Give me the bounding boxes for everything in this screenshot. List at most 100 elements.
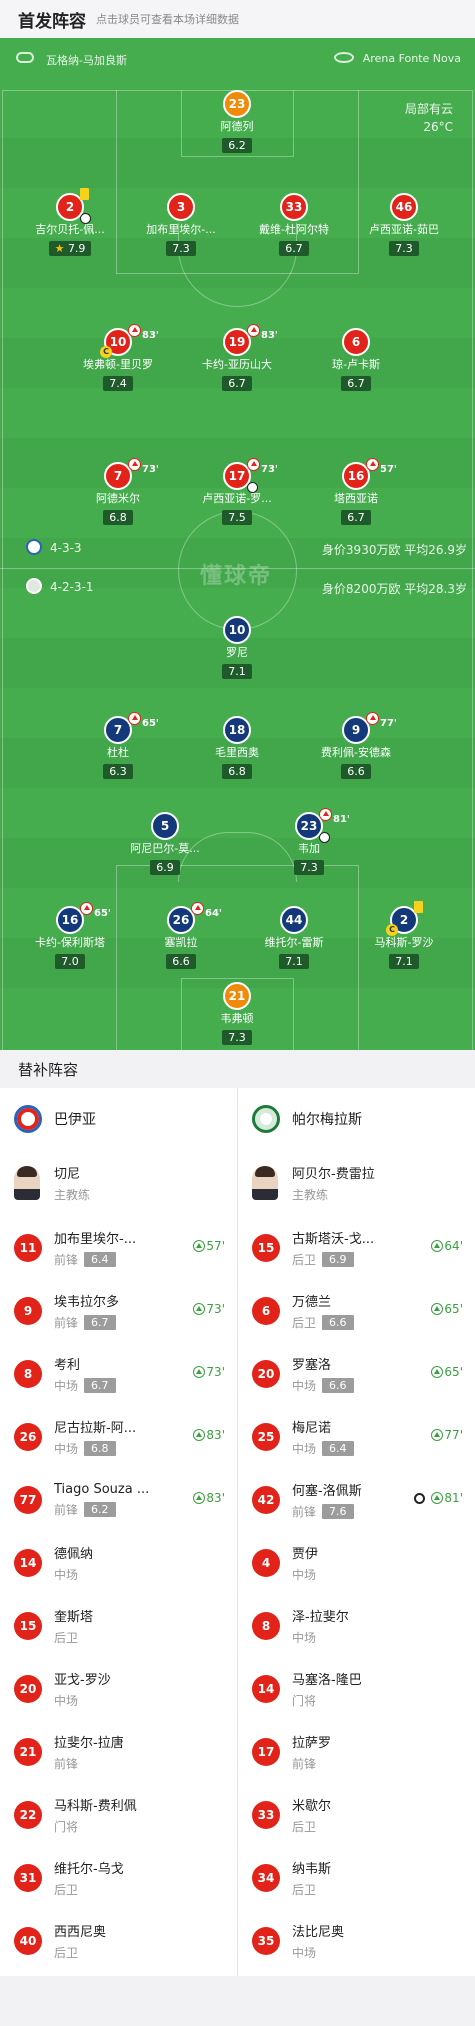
sub-in-time: 83' — [193, 1428, 225, 1442]
sub-player-row[interactable]: 4 贾伊 中场 — [238, 1531, 475, 1594]
player-away[interactable]: 44 维托尔-雷斯 7.1 — [239, 906, 349, 969]
sub-player-row[interactable]: 33 米歇尔 后卫 — [238, 1783, 475, 1846]
player-away[interactable]: 10 罗尼 7.1 — [182, 616, 292, 679]
sub-player-row[interactable]: 6 万德兰 后卫 6.6 65' — [238, 1279, 475, 1342]
sub-name: 罗塞洛 — [292, 1357, 332, 1373]
player-number: 18 — [223, 716, 251, 744]
sub-number: 8 — [14, 1359, 42, 1388]
player-away[interactable]: 23 81' 韦加 7.3 — [254, 808, 364, 875]
player-number: 19 — [228, 335, 246, 349]
sub-player-row[interactable]: 14 德佩纳 中场 — [0, 1531, 237, 1594]
player-rating: 6.6 — [166, 954, 196, 969]
sub-name: 何塞-洛佩斯 — [292, 1483, 362, 1499]
home-formation: 4-3-3 — [50, 541, 82, 555]
player-home[interactable]: 6 琼-卢卡斯 6.7 — [301, 328, 411, 391]
player-name: 加布里埃尔-... — [146, 223, 216, 236]
sub-rating: 6.4 — [322, 1440, 354, 1456]
captain-icon: C — [386, 924, 398, 936]
player-away[interactable]: 9 77' 费利佩-安德森 6.6 — [301, 712, 411, 779]
sub-minute: 77' — [444, 1428, 463, 1442]
sub-in-time: 77' — [431, 1428, 463, 1442]
sub-name: 马塞洛-隆巴 — [292, 1672, 362, 1688]
sub-player-row[interactable]: 25 梅尼诺 中场 6.4 77' — [238, 1405, 475, 1468]
sub-rating: 6.9 — [322, 1251, 354, 1267]
player-name: 毛里西奥 — [215, 746, 259, 759]
sub-player-row[interactable]: 17 拉萨罗 前锋 — [238, 1720, 475, 1783]
sub-player-row[interactable]: 20 亚戈-罗沙 中场 — [0, 1657, 237, 1720]
sub-player-row[interactable]: 9 埃韦拉尔多 前锋 6.7 73' — [0, 1279, 237, 1342]
sub-in-icon — [193, 1492, 206, 1504]
sub-player-row[interactable]: 42 何塞-洛佩斯 前锋 7.6 81' — [238, 1468, 475, 1531]
sub-player-row[interactable]: 40 西西尼奥 后卫 — [0, 1909, 237, 1972]
team-name: 巴伊亚 — [54, 1112, 96, 1128]
sub-player-row[interactable]: 8 考利 中场 6.7 73' — [0, 1342, 237, 1405]
sub-number: 31 — [14, 1863, 42, 1892]
sub-in-icon — [431, 1240, 444, 1252]
sub-position: 前锋 — [54, 1315, 79, 1330]
player-home-keeper[interactable]: 23 阿德列 6.2 — [182, 90, 292, 153]
sub-player-row[interactable]: 77 Tiago Souza ... 前锋 6.2 83' — [0, 1468, 237, 1531]
lineup-header: 首发阵容 点击球员可查看本场详细数据 — [0, 0, 475, 38]
sub-player-row[interactable]: 34 纳韦斯 后卫 — [238, 1846, 475, 1909]
player-name: 卢西亚诺-罗... — [202, 492, 272, 505]
player-number: 23 — [223, 90, 251, 118]
player-home[interactable]: 10 83' C 埃弗顿-里贝罗 7.4 — [63, 324, 173, 391]
home-team[interactable]: 巴伊亚 — [0, 1088, 237, 1150]
sub-player-row[interactable]: 15 奎斯塔 后卫 — [0, 1594, 237, 1657]
sub-minute: 77' — [380, 718, 397, 729]
player-home[interactable]: 33 戴维-杜阿尔特 6.7 — [239, 193, 349, 256]
home-coach[interactable]: 切尼 主教练 — [0, 1150, 237, 1216]
sub-player-row[interactable]: 21 拉斐尔-拉唐 前锋 — [0, 1720, 237, 1783]
sub-player-row[interactable]: 11 加布里埃尔-... 前锋 6.4 57' — [0, 1216, 237, 1279]
player-rating: 7.1 — [389, 954, 419, 969]
sub-name: 梅尼诺 — [292, 1420, 332, 1436]
sub-number: 17 — [252, 1737, 280, 1766]
player-rating: 6.7 — [222, 376, 252, 391]
sub-number: 26 — [14, 1422, 42, 1451]
sub-number: 77 — [14, 1485, 42, 1514]
sub-player-row[interactable]: 35 法比尼奥 中场 — [238, 1909, 475, 1972]
sub-position: 后卫 — [292, 1315, 317, 1330]
player-home[interactable]: 2 吉尔贝托-佩... ★ 7.9 — [15, 188, 125, 256]
sub-player-row[interactable]: 20 罗塞洛 中场 6.6 65' — [238, 1342, 475, 1405]
player-home[interactable]: 7 73' 阿德米尔 6.8 — [63, 458, 173, 525]
sub-in-icon — [193, 1429, 206, 1441]
sub-player-row[interactable]: 22 马科斯-费利佩 门将 — [0, 1783, 237, 1846]
player-away-keeper[interactable]: 21 韦弗顿 7.3 — [182, 982, 292, 1045]
sub-position: 后卫 — [292, 1882, 317, 1897]
sub-player-row[interactable]: 14 马塞洛-隆巴 门将 — [238, 1657, 475, 1720]
sub-player-row[interactable]: 8 泽-拉斐尔 中场 — [238, 1594, 475, 1657]
player-away[interactable]: 5 阿尼巴尔-莫... 6.9 — [110, 812, 220, 875]
sub-player-row[interactable]: 15 古斯塔沃-戈... 后卫 6.9 64' — [238, 1216, 475, 1279]
player-away[interactable]: 16 65' 卡约-保利斯塔 7.0 — [15, 902, 125, 969]
player-home[interactable]: 46 卢西亚诺-茹巴 7.3 — [349, 193, 459, 256]
sub-minute: 65' — [142, 718, 159, 729]
sub-player-row[interactable]: 26 尼古拉斯-阿... 中场 6.8 83' — [0, 1405, 237, 1468]
player-number: 5 — [151, 812, 179, 840]
player-name: 埃弗顿-里贝罗 — [83, 358, 153, 371]
away-coach[interactable]: 阿贝尔-费雷拉 主教练 — [238, 1150, 475, 1216]
player-number: 16 — [347, 469, 365, 483]
away-team[interactable]: 帕尔梅拉斯 — [238, 1088, 475, 1150]
watermark: 懂球帝 — [200, 564, 273, 589]
player-home[interactable]: 16 57' 塔西亚诺 6.7 — [301, 458, 411, 525]
sub-in-icon — [193, 1240, 206, 1252]
referee-name: 瓦格纳-马加良斯 — [46, 54, 127, 67]
player-away[interactable]: 2 C 马科斯-罗沙 7.1 — [349, 901, 459, 969]
player-away[interactable]: 18 毛里西奥 6.8 — [182, 716, 292, 779]
sub-name: 拉斐尔-拉唐 — [54, 1735, 124, 1751]
player-away[interactable]: 7 65' 杜杜 6.3 — [63, 712, 173, 779]
sub-rating: 6.4 — [84, 1251, 116, 1267]
sub-player-row[interactable]: 31 维托尔-乌戈 后卫 — [0, 1846, 237, 1909]
sub-in-time: 57' — [193, 1239, 225, 1253]
player-rating: 7.9 — [67, 242, 86, 255]
sub-name: 拉萨罗 — [292, 1735, 332, 1751]
player-rating: 6.3 — [103, 764, 133, 779]
player-name: 韦加 — [298, 842, 320, 855]
ball-icon — [247, 482, 258, 493]
player-home[interactable]: 3 加布里埃尔-... 7.3 — [126, 193, 236, 256]
player-home[interactable]: 17 73' 卢西亚诺-罗... 7.5 — [182, 458, 292, 525]
player-away[interactable]: 26 64' 塞凯拉 6.6 — [126, 902, 236, 969]
player-home[interactable]: 19 83' 卡约-亚历山大 6.7 — [182, 324, 292, 391]
player-name: 吉尔贝托-佩... — [35, 223, 105, 236]
